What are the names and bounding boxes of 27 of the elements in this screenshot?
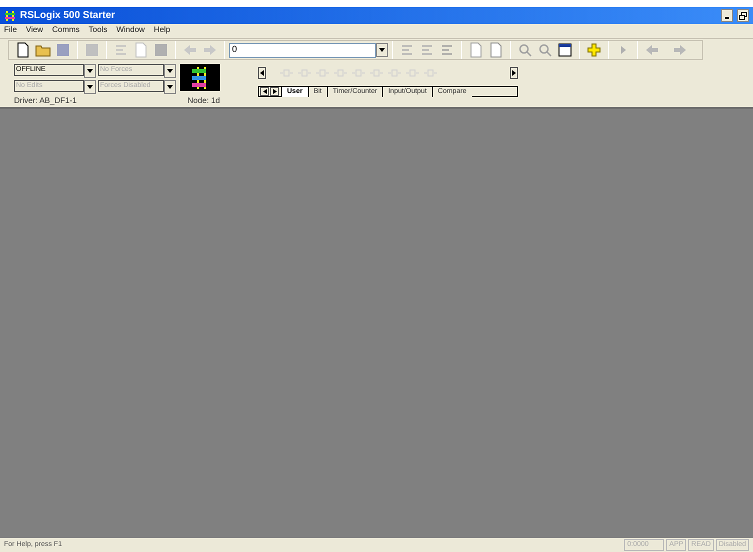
window-title: RSLogix 500 Starter	[20, 9, 116, 23]
new-file-icon[interactable]	[15, 42, 31, 58]
menu-item[interactable]: Help	[154, 24, 170, 36]
tab-scroll-left-button[interactable]	[260, 87, 269, 96]
ladder-logo-icon	[4, 10, 16, 22]
ladder-logo-icon	[180, 64, 220, 91]
menu-item[interactable]: View	[26, 24, 44, 36]
plus-icon[interactable]	[586, 42, 602, 58]
zoom-in-icon[interactable]	[517, 42, 533, 58]
menu-item[interactable]: Tools	[88, 24, 108, 36]
minimize-button[interactable]	[721, 9, 733, 22]
forward-arrow-icon[interactable]	[672, 42, 688, 58]
address-field[interactable]: 0	[229, 42, 376, 58]
tab-scroll-right-button[interactable]	[270, 87, 279, 96]
window-icon[interactable]	[557, 42, 573, 58]
menu-item[interactable]: File	[4, 24, 17, 36]
verify-icon[interactable]	[488, 42, 504, 58]
driver-label: Driver: AB_DF1-1	[14, 95, 77, 107]
scroll-left-button[interactable]	[258, 67, 266, 79]
copy-icon[interactable]	[133, 42, 149, 58]
back-arrow-icon[interactable]	[644, 42, 660, 58]
verify-icon[interactable]	[468, 42, 484, 58]
menu-item[interactable]: Window	[116, 24, 145, 36]
menu-item[interactable]: Comms	[52, 24, 80, 36]
restore-button[interactable]	[737, 9, 749, 22]
node-label: Node: 1d	[188, 95, 220, 107]
scroll-right-button[interactable]	[510, 67, 518, 79]
